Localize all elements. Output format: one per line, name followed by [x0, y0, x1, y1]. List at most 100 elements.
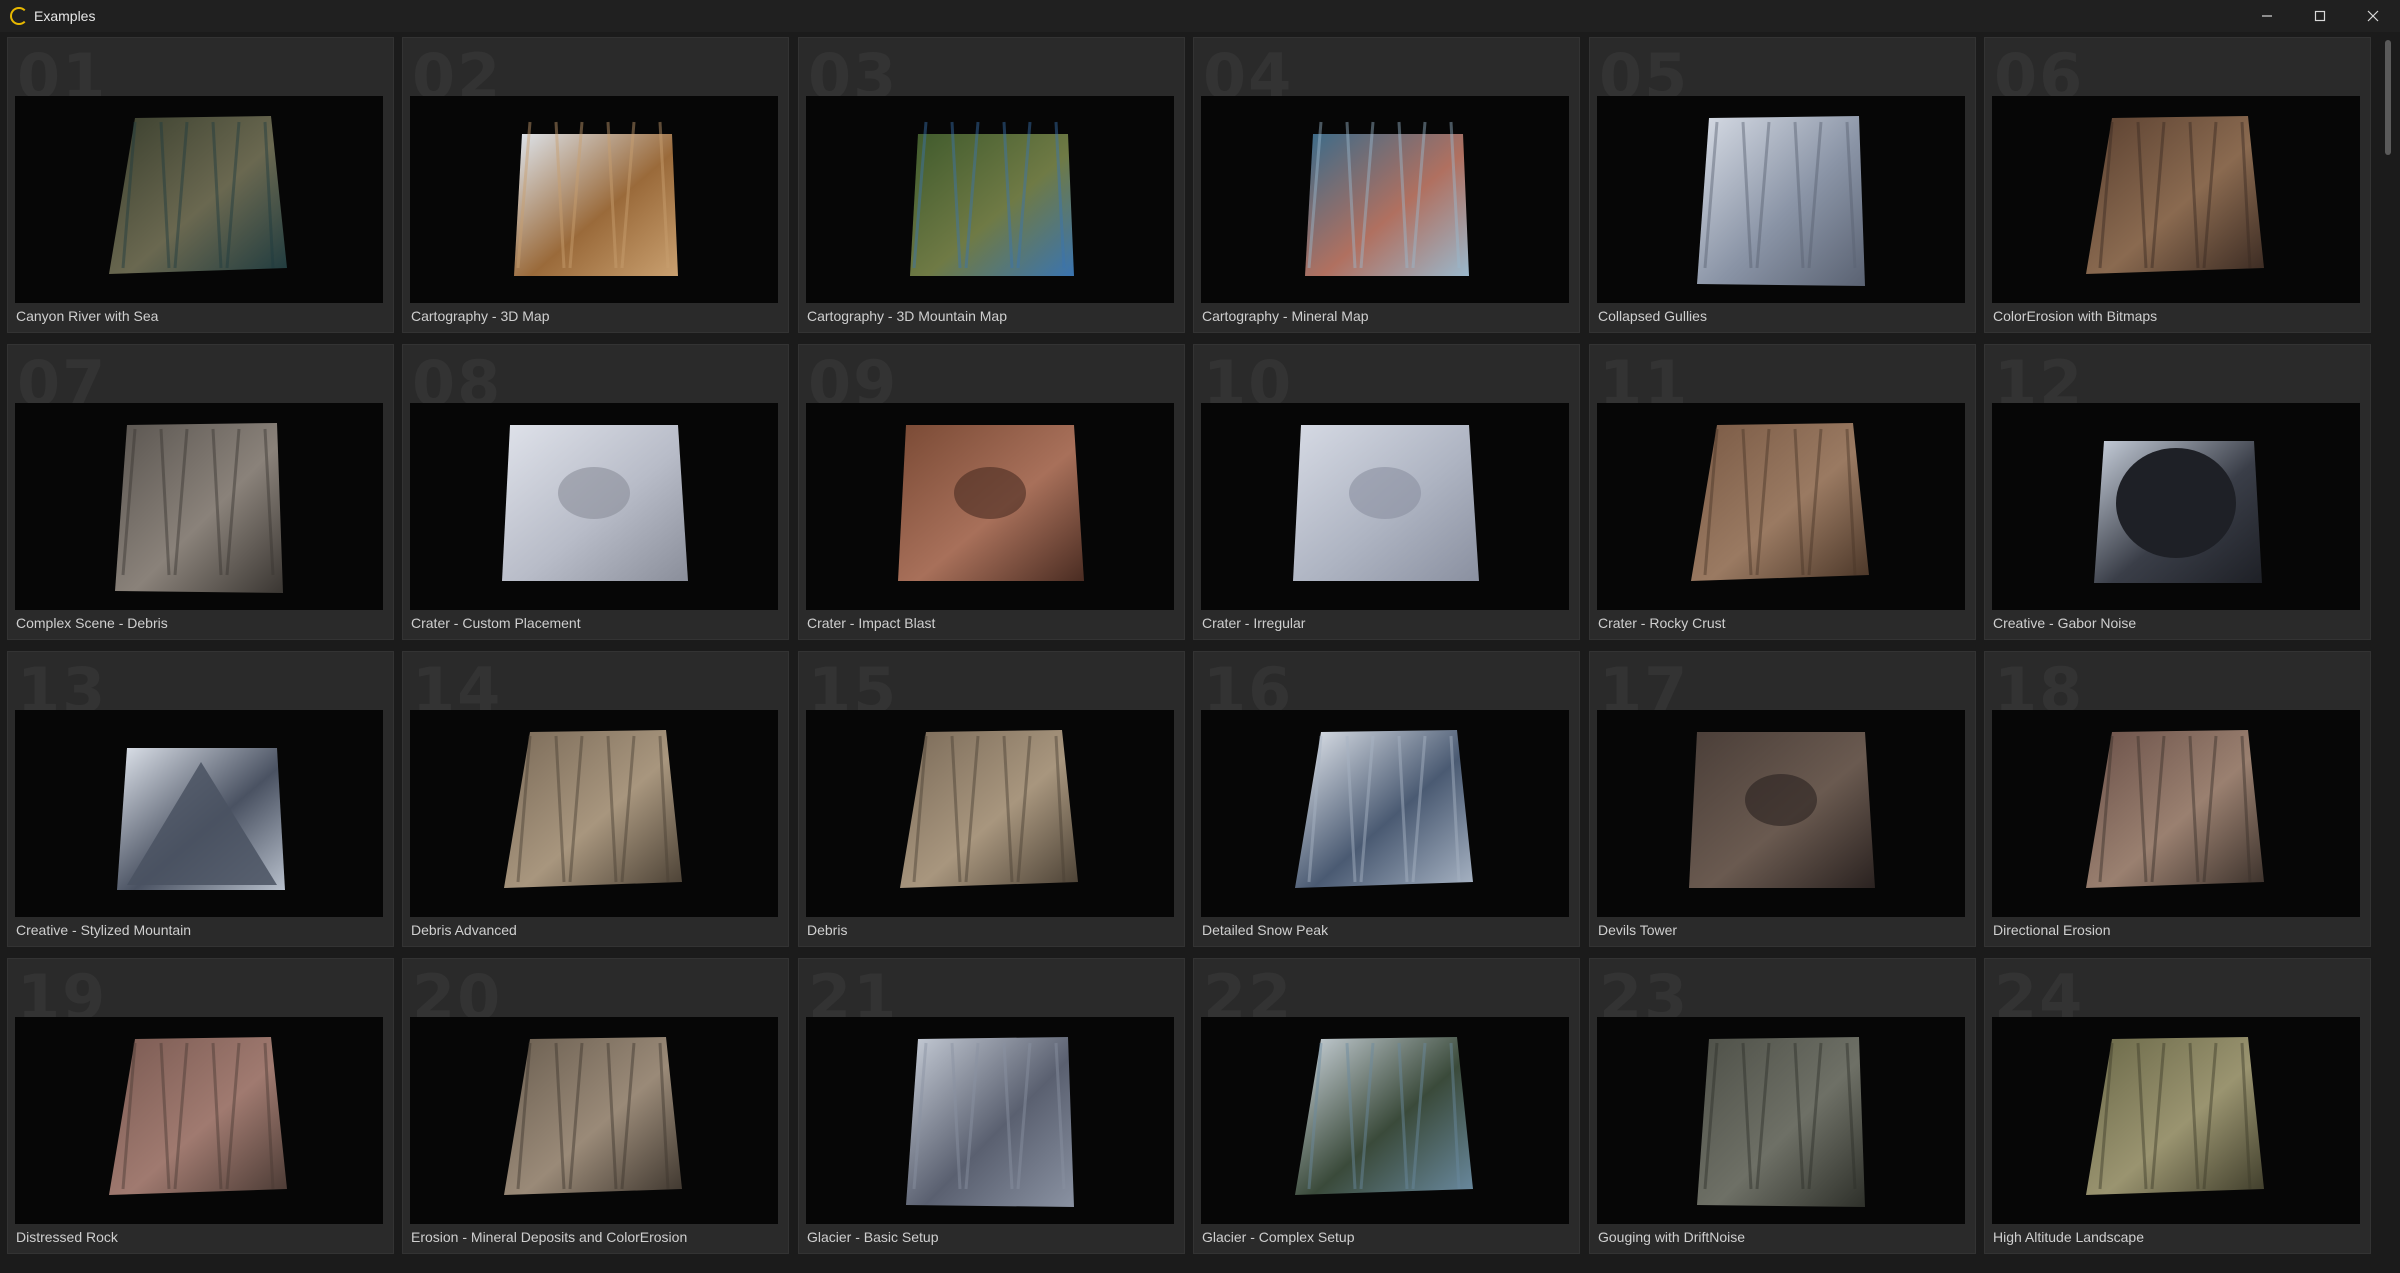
- example-title: Debris Advanced: [411, 922, 517, 938]
- example-card[interactable]: 20 Erosion - Mineral Deposits and ColorEr…: [402, 958, 789, 1254]
- example-title: Cartography - 3D Map: [411, 308, 550, 324]
- terrain-preview-image: [1697, 1037, 1865, 1207]
- terrain-preview-image: [1689, 732, 1875, 888]
- example-card[interactable]: 08 Crater - Custom Placement: [402, 344, 789, 640]
- example-thumbnail[interactable]: [1992, 1017, 2360, 1224]
- example-card[interactable]: 18 Directional Erosion: [1984, 651, 2371, 947]
- example-card[interactable]: 15 Debris: [798, 651, 1185, 947]
- example-card[interactable]: 17 Devils Tower: [1589, 651, 1976, 947]
- example-title: Crater - Rocky Crust: [1598, 615, 1726, 631]
- example-card[interactable]: 04 Cartography - Mineral Map: [1193, 37, 1580, 333]
- example-card[interactable]: 23 Gouging with DriftNoise: [1589, 958, 1976, 1254]
- example-thumbnail[interactable]: [410, 710, 778, 917]
- example-thumbnail[interactable]: [1597, 96, 1965, 303]
- example-card[interactable]: 14 Debris Advanced: [402, 651, 789, 947]
- example-thumbnail[interactable]: [1201, 1017, 1569, 1224]
- example-title: Erosion - Mineral Deposits and ColorEros…: [411, 1229, 688, 1245]
- example-title: Glacier - Basic Setup: [807, 1229, 939, 1245]
- example-card[interactable]: 19 Distressed Rock: [7, 958, 394, 1254]
- terrain-preview-image: [2086, 730, 2264, 888]
- title-bar[interactable]: Examples: [0, 0, 2400, 32]
- example-thumbnail[interactable]: [410, 1017, 778, 1224]
- example-title: Cartography - 3D Mountain Map: [807, 308, 1007, 324]
- terrain-preview-image: [504, 1037, 682, 1195]
- terrain-preview-image: [906, 1037, 1074, 1207]
- example-title: Cartography - Mineral Map: [1202, 308, 1369, 324]
- example-thumbnail[interactable]: [806, 710, 1174, 917]
- minimize-icon: [2262, 15, 2272, 17]
- example-title: Gouging with DriftNoise: [1598, 1229, 1746, 1245]
- example-card[interactable]: 21 Glacier - Basic Setup: [798, 958, 1185, 1254]
- example-thumbnail[interactable]: [15, 710, 383, 917]
- example-card[interactable]: 24 High Altitude Landscape: [1984, 958, 2371, 1254]
- example-title: Directional Erosion: [1993, 922, 2111, 938]
- example-thumbnail[interactable]: [410, 96, 778, 303]
- example-card[interactable]: 09 Crater - Impact Blast: [798, 344, 1185, 640]
- maximize-icon: [2314, 10, 2326, 22]
- maximize-button[interactable]: [2297, 0, 2343, 32]
- example-thumbnail[interactable]: [1992, 96, 2360, 303]
- example-thumbnail[interactable]: [1597, 710, 1965, 917]
- example-card[interactable]: 02 Cartography - 3D Map: [402, 37, 789, 333]
- example-card[interactable]: 12 Creative - Gabor Noise: [1984, 344, 2371, 640]
- example-thumbnail[interactable]: [410, 403, 778, 610]
- app-logo-icon: [10, 7, 28, 25]
- example-thumbnail[interactable]: [15, 1017, 383, 1224]
- example-title: Crater - Irregular: [1202, 615, 1306, 631]
- window-title: Examples: [34, 8, 96, 24]
- example-thumbnail[interactable]: [1597, 1017, 1965, 1224]
- example-title: Glacier - Complex Setup: [1202, 1229, 1355, 1245]
- example-card[interactable]: 22 Glacier - Complex Setup: [1193, 958, 1580, 1254]
- terrain-preview-image: [1305, 121, 1469, 276]
- terrain-preview-image: [1295, 730, 1473, 888]
- example-title: Canyon River with Sea: [16, 308, 159, 324]
- example-thumbnail[interactable]: [1597, 403, 1965, 610]
- example-title: Debris: [807, 922, 848, 938]
- examples-window: Examples 01 Canyon River with Sea 02 Cartog…: [0, 0, 2400, 1273]
- example-card[interactable]: 16 Detailed Snow Peak: [1193, 651, 1580, 947]
- minimize-button[interactable]: [2244, 0, 2290, 32]
- terrain-preview-image: [1697, 116, 1865, 286]
- terrain-preview-image: [117, 748, 285, 890]
- example-card[interactable]: 07 Complex Scene - Debris: [7, 344, 394, 640]
- close-button[interactable]: [2350, 0, 2396, 32]
- terrain-preview-image: [1295, 1037, 1473, 1195]
- terrain-preview-image: [2094, 441, 2262, 583]
- vertical-scrollbar[interactable]: [2380, 32, 2400, 1273]
- example-card[interactable]: 05 Collapsed Gullies: [1589, 37, 1976, 333]
- example-thumbnail[interactable]: [1201, 403, 1569, 610]
- example-title: High Altitude Landscape: [1993, 1229, 2144, 1245]
- scrollbar-thumb[interactable]: [2385, 40, 2391, 155]
- example-thumbnail[interactable]: [1201, 96, 1569, 303]
- example-card[interactable]: 06 ColorErosion with Bitmaps: [1984, 37, 2371, 333]
- close-icon: [2367, 10, 2379, 22]
- example-title: Collapsed Gullies: [1598, 308, 1707, 324]
- terrain-preview-image: [514, 121, 678, 276]
- example-thumbnail[interactable]: [1201, 710, 1569, 917]
- examples-grid: 01 Canyon River with Sea 02 Cartography - 3…: [0, 32, 2380, 1273]
- terrain-preview-image: [504, 730, 682, 888]
- example-card[interactable]: 03 Cartography - 3D Mountain Map: [798, 37, 1185, 333]
- example-card[interactable]: 13 Creative - Stylized Mountain: [7, 651, 394, 947]
- example-thumbnail[interactable]: [15, 96, 383, 303]
- example-thumbnail[interactable]: [1992, 403, 2360, 610]
- terrain-preview-image: [2086, 1037, 2264, 1195]
- terrain-preview-image: [115, 423, 283, 593]
- terrain-preview-image: [2086, 116, 2264, 274]
- example-title: ColorErosion with Bitmaps: [1993, 308, 2158, 324]
- terrain-preview-image: [898, 425, 1084, 581]
- example-thumbnail[interactable]: [15, 403, 383, 610]
- example-thumbnail[interactable]: [806, 96, 1174, 303]
- terrain-preview-image: [502, 425, 688, 581]
- example-title: Crater - Custom Placement: [411, 615, 581, 631]
- example-title: Detailed Snow Peak: [1202, 922, 1329, 938]
- example-card[interactable]: 01 Canyon River with Sea: [7, 37, 394, 333]
- example-thumbnail[interactable]: [806, 403, 1174, 610]
- example-card[interactable]: 10 Crater - Irregular: [1193, 344, 1580, 640]
- example-thumbnail[interactable]: [1992, 710, 2360, 917]
- example-title: Creative - Stylized Mountain: [16, 922, 192, 938]
- example-thumbnail[interactable]: [806, 1017, 1174, 1224]
- example-card[interactable]: 11 Crater - Rocky Crust: [1589, 344, 1976, 640]
- terrain-preview-image: [1691, 423, 1869, 581]
- terrain-preview-image: [109, 1037, 287, 1195]
